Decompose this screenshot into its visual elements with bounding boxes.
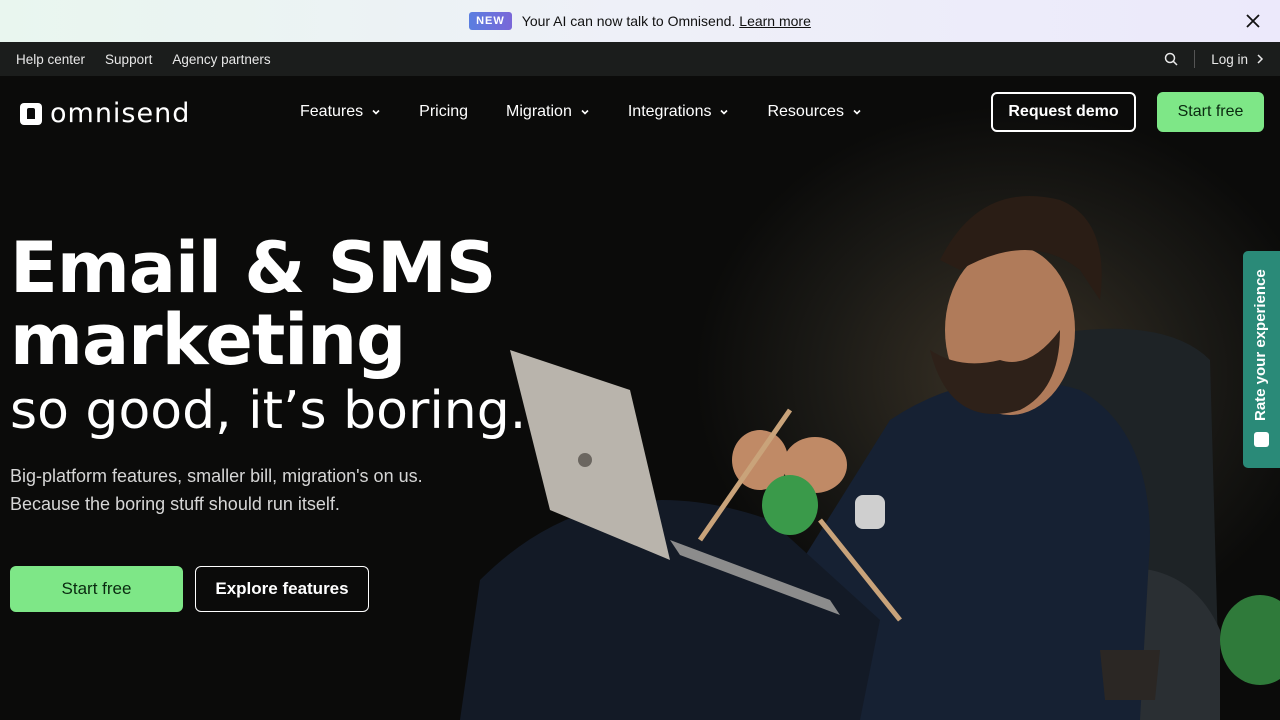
nav-label: Pricing bbox=[419, 103, 469, 120]
nav-label: Features bbox=[300, 103, 364, 120]
nav-item-features[interactable]: Features bbox=[300, 103, 381, 121]
nav-item-migration[interactable]: Migration bbox=[506, 103, 590, 121]
hero-illustration bbox=[460, 196, 1280, 720]
start-free-button[interactable]: Start free bbox=[10, 566, 183, 612]
main-nav: omnisend Features Pricing Migration Inte… bbox=[0, 76, 1280, 148]
nav-item-resources[interactable]: Resources bbox=[767, 103, 861, 121]
hero-title-line2: marketing bbox=[10, 299, 406, 381]
announcement-text: Your AI can now talk to Omnisend. bbox=[521, 13, 736, 29]
smiley-icon bbox=[1254, 432, 1269, 447]
login-link[interactable]: Log in bbox=[1211, 52, 1264, 67]
request-demo-button[interactable]: Request demo bbox=[991, 92, 1136, 132]
explore-features-button[interactable]: Explore features bbox=[195, 566, 369, 612]
hero-lead: Big-platform features, smaller bill, mig… bbox=[10, 462, 530, 518]
logo-text: omnisend bbox=[50, 98, 191, 129]
chevron-down-icon bbox=[853, 109, 861, 115]
start-free-nav-button[interactable]: Start free bbox=[1157, 92, 1264, 132]
nav-label: Integrations bbox=[627, 103, 712, 120]
hero-subtitle: so good, it’s boring. bbox=[10, 381, 527, 441]
rate-experience-tab[interactable]: Rate your experience bbox=[1243, 251, 1280, 468]
new-badge: NEW bbox=[469, 12, 512, 30]
omnisend-logo-icon bbox=[20, 102, 42, 125]
learn-more-link[interactable]: Learn more bbox=[739, 13, 811, 29]
chevron-down-icon bbox=[581, 109, 589, 115]
utility-links: Help center Support Agency partners bbox=[16, 52, 271, 67]
help-center-link[interactable]: Help center bbox=[16, 52, 85, 67]
login-label: Log in bbox=[1211, 51, 1248, 67]
chevron-right-icon bbox=[1257, 54, 1264, 64]
search-icon[interactable] bbox=[1164, 52, 1178, 66]
hero-lead-line2: Because the boring stuff should run itse… bbox=[10, 494, 340, 514]
nav-item-pricing[interactable]: Pricing bbox=[419, 103, 468, 121]
utility-bar: Help center Support Agency partners Log … bbox=[0, 42, 1280, 76]
hero-title: Email & SMS marketing bbox=[10, 227, 496, 381]
nav-item-integrations[interactable]: Integrations bbox=[628, 103, 730, 121]
logo[interactable]: omnisend bbox=[20, 98, 190, 129]
hero-title-line1: Email & SMS bbox=[10, 227, 496, 309]
close-icon[interactable] bbox=[1244, 12, 1262, 30]
hero-lead-line1: Big-platform features, smaller bill, mig… bbox=[10, 466, 423, 486]
rate-experience-label: Rate your experience bbox=[1252, 269, 1269, 421]
divider bbox=[1194, 50, 1196, 68]
nav-label: Resources bbox=[767, 103, 844, 120]
nav-label: Migration bbox=[506, 103, 572, 120]
support-link[interactable]: Support bbox=[105, 52, 152, 67]
chevron-down-icon bbox=[372, 109, 380, 115]
announcement-bar: NEW Your AI can now talk to Omnisend. Le… bbox=[0, 0, 1280, 42]
apple-logo-icon bbox=[578, 453, 592, 467]
nav-menu: Features Pricing Migration Integrations … bbox=[300, 76, 862, 148]
agency-partners-link[interactable]: Agency partners bbox=[172, 52, 270, 67]
chevron-down-icon bbox=[720, 109, 729, 115]
